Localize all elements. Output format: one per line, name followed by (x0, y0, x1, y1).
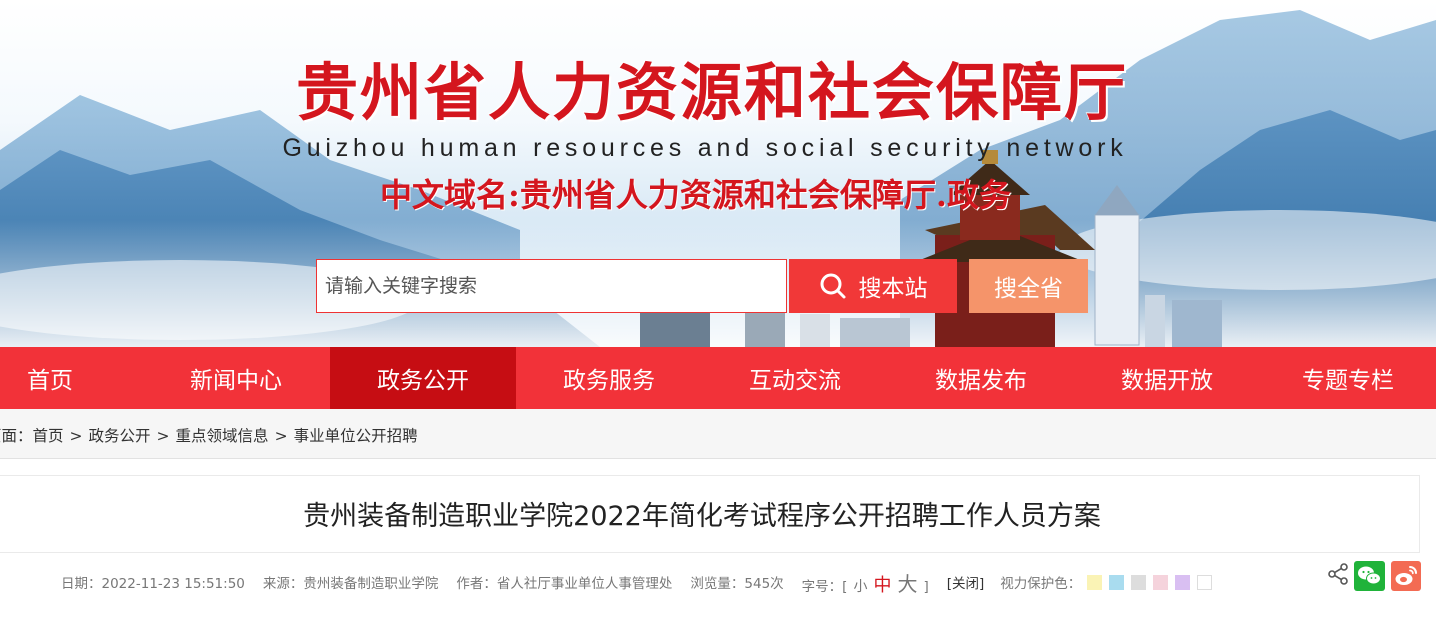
font-size-control: 字号：[ 小 中 大 ] (802, 568, 929, 597)
search-box (316, 259, 787, 313)
close-page-link[interactable]: [关闭] (947, 572, 985, 592)
wechat-glyph (1358, 566, 1381, 585)
eye-care-swatch-white[interactable] (1197, 574, 1213, 590)
main-nav: 首页 新闻中心 政务公开 政务服务 互动交流 数据发布 数据开放 专题专栏 (0, 347, 1436, 409)
site-banner: 贵州省人力资源和社会保障厅 Guizhou human resources an… (0, 0, 1436, 347)
font-size-bracket-close: ] (923, 578, 929, 595)
nav-item-data-release[interactable]: 数据发布 (888, 347, 1074, 409)
nav-item-interaction[interactable]: 互动交流 (702, 347, 888, 409)
font-size-label: 字号：[ (801, 578, 848, 595)
article-meta: 日期：2022-11-23 15:51:50 来源：贵州装备制造职业学院 作者：… (61, 571, 1213, 596)
search-site-button[interactable]: 搜本站 (789, 259, 957, 313)
breadcrumb-bar: 页面：首页 > 政务公开 > 重点领域信息 > 事业单位公开招聘 (0, 409, 1436, 459)
article-source: 来源：贵州装备制造职业学院 (262, 576, 439, 592)
article-title: 贵州装备制造职业学院2022年简化考试程序公开招聘工作人员方案 (303, 501, 1101, 532)
font-size-small[interactable]: 小 (853, 576, 867, 596)
site-subtitle: Guizhou human resources and social secur… (282, 134, 1128, 162)
search-icon (820, 273, 845, 299)
nav-item-open-data[interactable]: 数据开放 (1074, 347, 1260, 409)
eye-care-swatches (1087, 574, 1213, 590)
article-author: 作者：省人社厅事业单位人事管理处 (456, 576, 673, 592)
nav-item-gov-affairs-public[interactable]: 政务公开 (330, 347, 516, 409)
font-size-medium[interactable]: 中 (873, 571, 891, 597)
font-size-large[interactable]: 大 (897, 568, 917, 597)
breadcrumb-recruitment[interactable]: 事业单位公开招聘 (294, 427, 418, 445)
breadcrumb: 页面：首页 > 政务公开 > 重点领域信息 > 事业单位公开招聘 (0, 424, 418, 446)
eye-care-swatch-blue[interactable] (1109, 574, 1125, 590)
search-input[interactable] (325, 260, 778, 312)
article-date: 日期：2022-11-23 15:51:50 (61, 576, 245, 592)
breadcrumb-separator: > (274, 427, 288, 445)
site-domain-name: 中文域名:贵州省人力资源和社会保障厅.政务 (380, 176, 1011, 214)
nav-item-home[interactable]: 首页 (0, 347, 100, 409)
breadcrumb-separator: > (156, 427, 170, 445)
eye-care-swatch-gray[interactable] (1131, 574, 1147, 590)
breadcrumb-gov-affairs-public[interactable]: 政务公开 (89, 427, 151, 445)
nav-item-news[interactable]: 新闻中心 (143, 347, 329, 409)
breadcrumb-key-areas[interactable]: 重点领域信息 (176, 427, 269, 445)
share-icon[interactable] (1327, 563, 1349, 585)
eye-care-swatch-purple[interactable] (1175, 574, 1191, 590)
search-site-label: 搜本站 (858, 276, 928, 302)
site-title: 贵州省人力资源和社会保障厅 (295, 56, 1128, 129)
wechat-icon[interactable] (1354, 561, 1385, 591)
eye-care-swatch-pink[interactable] (1153, 574, 1169, 590)
nav-item-special-topics[interactable]: 专题专栏 (1260, 347, 1436, 409)
breadcrumb-prefix: 页面： (0, 427, 33, 445)
breadcrumb-home[interactable]: 首页 (33, 427, 64, 445)
search-province-button[interactable]: 搜全省 (969, 259, 1088, 313)
nav-item-gov-services[interactable]: 政务服务 (516, 347, 702, 409)
eye-care-label: 视力保护色： (1000, 576, 1082, 592)
article-views: 浏览量：545次 (690, 576, 784, 592)
weibo-icon[interactable] (1391, 561, 1421, 591)
breadcrumb-separator: > (69, 427, 83, 445)
eye-care-swatch-yellow[interactable] (1087, 574, 1103, 590)
weibo-glyph (1395, 566, 1417, 585)
